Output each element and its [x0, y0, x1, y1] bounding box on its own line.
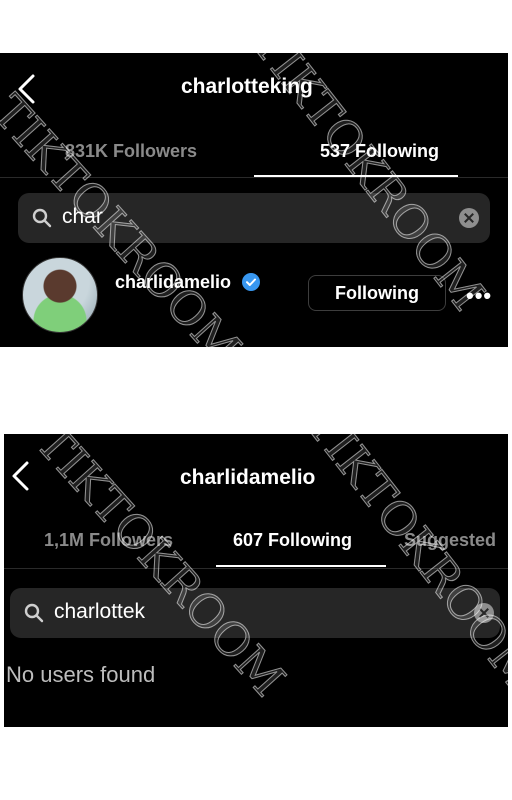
- more-options-icon[interactable]: •••: [466, 283, 492, 309]
- page-title: charlotteking: [181, 75, 313, 98]
- back-arrow-icon[interactable]: [10, 460, 30, 492]
- result-username[interactable]: charlidamelio: [115, 272, 231, 293]
- clear-search-icon[interactable]: [459, 208, 479, 228]
- search-bar[interactable]: charlottek: [10, 588, 500, 638]
- active-tab-indicator: [216, 565, 386, 567]
- page-title: charlidamelio: [180, 466, 316, 489]
- search-icon: [24, 603, 44, 623]
- no-results-text: No users found: [6, 662, 156, 687]
- following-button[interactable]: Following: [308, 275, 446, 311]
- search-bar[interactable]: char: [18, 193, 490, 243]
- tab-following[interactable]: 537 Following: [320, 141, 439, 162]
- back-arrow-icon[interactable]: [16, 73, 36, 105]
- tabs-divider: [4, 568, 508, 569]
- clear-search-icon[interactable]: [474, 603, 494, 623]
- verified-badge-icon: [242, 273, 260, 291]
- tab-suggested[interactable]: Suggested: [404, 530, 496, 551]
- tabs-divider: [0, 177, 508, 178]
- panel-charlidamelio: charlidamelio 1,1M Followers 607 Followi…: [4, 434, 508, 727]
- tab-followers[interactable]: 1,1M Followers: [44, 530, 173, 551]
- avatar[interactable]: [22, 257, 98, 333]
- search-input[interactable]: charlottek: [54, 600, 145, 624]
- panel-charlotteking: charlotteking 831K Followers 537 Followi…: [0, 53, 508, 347]
- tab-following[interactable]: 607 Following: [233, 530, 352, 551]
- search-icon: [32, 208, 52, 228]
- search-input[interactable]: char: [62, 205, 103, 229]
- tab-followers[interactable]: 831K Followers: [65, 141, 197, 162]
